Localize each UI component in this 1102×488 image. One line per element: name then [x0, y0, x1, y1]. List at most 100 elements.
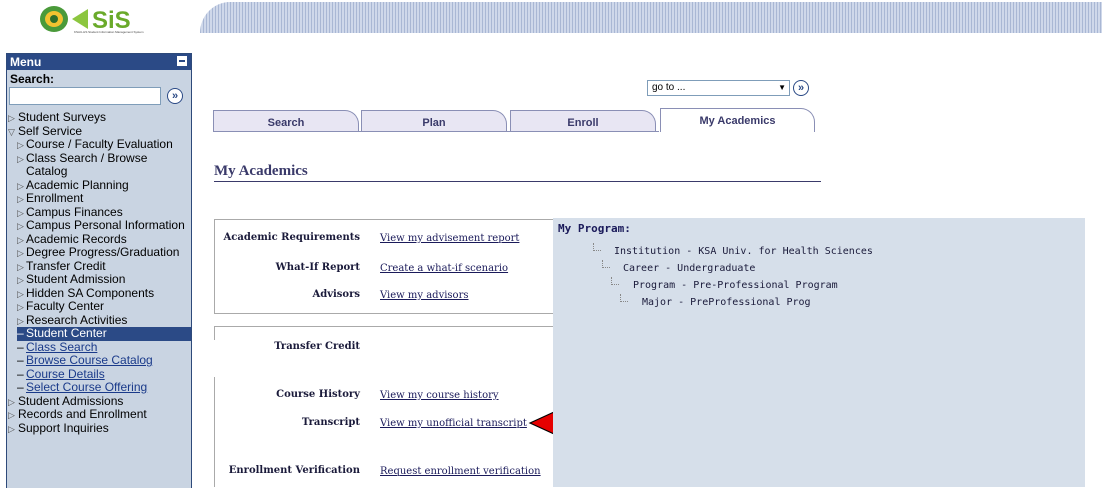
menu-item-transfer-credit[interactable]: ▷ Transfer Credit: [7, 258, 191, 274]
menu-item-label: Self Service: [18, 123, 83, 138]
triangle-right-icon: ▷: [17, 288, 24, 299]
goto-go-icon[interactable]: »: [793, 80, 809, 96]
triangle-right-icon: ▷: [17, 153, 24, 164]
menu-item-label: Class Search: [26, 339, 98, 354]
triangle-right-icon: ▷: [17, 248, 24, 258]
menu-item-academic-planning[interactable]: ▷ Academic Planning: [7, 178, 191, 193]
transfer-credit-box: [214, 326, 571, 340]
goto-select[interactable]: go to ... ▼: [647, 80, 790, 96]
header-banner: [200, 2, 1102, 33]
tree-connector-icon: [611, 277, 619, 285]
tree-connector-icon: [620, 294, 628, 302]
advisors-label: Advisors: [312, 289, 360, 300]
menu-item-self-service[interactable]: ▽ Self Service: [7, 123, 191, 139]
menu-item-support-inquiries[interactable]: ▷ Support Inquiries: [7, 420, 191, 436]
dash-icon: –: [17, 326, 24, 340]
triangle-right-icon: ▷: [17, 140, 24, 150]
transfer-credit-label: Transfer Credit: [274, 341, 360, 352]
menu-item-label: Student Center: [26, 326, 107, 340]
menu-item-label: Class Search / Browse Catalog: [26, 150, 148, 178]
menu-item-course-faculty-evaluation[interactable]: ▷ Course / Faculty Evaluation: [7, 137, 191, 152]
my-program-title: My Program:: [558, 222, 631, 235]
svg-text:KSAU-HS Student Information Ma: KSAU-HS Student Information Management S…: [74, 30, 144, 34]
tab-baseline: [213, 131, 659, 132]
menu-item-student-admission[interactable]: ▷ Student Admission: [7, 272, 191, 287]
academic-requirements-label: Academic Requirements: [223, 232, 360, 243]
what-if-link[interactable]: Create a what-if scenario: [380, 263, 508, 274]
sis-logo: SiS KSAU-HS Student Information Manageme…: [38, 4, 168, 34]
menu-item-campus-personal-information[interactable]: ▷ Campus Personal Information: [7, 218, 191, 233]
advisors-link[interactable]: View my advisors: [380, 290, 469, 301]
menu-item-label: Campus Finances: [26, 204, 123, 219]
triangle-right-icon: ▷: [8, 423, 15, 434]
menu-item-class-search-browse-catalog[interactable]: ▷ Class Search / Browse Catalog: [7, 150, 191, 179]
menu-item-enrollment[interactable]: ▷ Enrollment: [7, 191, 191, 206]
tree-connector-icon: [593, 243, 601, 251]
menu-item-research-activities[interactable]: ▷ Research Activities: [7, 313, 191, 328]
menu-item-records-and-enrollment[interactable]: ▷ Records and Enrollment: [7, 407, 191, 422]
tab-search[interactable]: Search: [213, 110, 359, 131]
minimize-icon[interactable]: [177, 56, 187, 66]
what-if-label: What-If Report: [275, 262, 360, 273]
menu-item-label: Course Details: [26, 366, 105, 381]
menu-item-course-details[interactable]: – Course Details: [7, 366, 191, 382]
menu-item-student-surveys[interactable]: ▷ Student Surveys: [7, 110, 191, 125]
page-title: My Academics: [214, 163, 308, 179]
menu-item-hidden-sa-components[interactable]: ▷ Hidden SA Components: [7, 285, 191, 301]
triangle-right-icon: ▷: [17, 302, 24, 312]
header: SiS KSAU-HS Student Information Manageme…: [0, 0, 1102, 38]
triangle-right-icon: ▷: [17, 207, 24, 218]
search-go-icon[interactable]: »: [167, 88, 183, 104]
program-program: Program - Pre-Professional Program: [633, 280, 838, 291]
unofficial-transcript-link[interactable]: View my unofficial transcript: [380, 418, 527, 429]
triangle-right-icon: ▷: [17, 194, 24, 204]
triangle-right-icon: ▷: [8, 113, 15, 123]
menu-item-campus-finances[interactable]: ▷ Campus Finances: [7, 204, 191, 220]
course-history-link[interactable]: View my course history: [380, 390, 499, 401]
menu-item-label: Hidden SA Components: [26, 285, 155, 300]
menu-item-label: Student Admission: [26, 272, 126, 286]
menu-item-label: Campus Personal Information: [26, 218, 185, 232]
menu-item-student-admissions[interactable]: ▷ Student Admissions: [7, 394, 191, 409]
menu-item-label: Faculty Center: [26, 299, 105, 313]
tab-plan[interactable]: Plan: [361, 110, 507, 131]
my-program-panel: My Program: Institution - KSA Univ. for …: [553, 218, 1085, 487]
triangle-right-icon: ▷: [17, 221, 24, 231]
advisement-report-link[interactable]: View my advisement report: [380, 233, 519, 244]
dash-icon: –: [17, 353, 24, 367]
menu-search-input[interactable]: [9, 87, 161, 105]
dash-icon: –: [17, 366, 24, 381]
program-career: Career - Undergraduate: [623, 263, 756, 274]
menu-item-student-center[interactable]: – Student Center: [17, 326, 191, 341]
menu-item-browse-course-catalog[interactable]: – Browse Course Catalog: [7, 353, 191, 368]
menu-item-label: Browse Course Catalog: [26, 353, 153, 367]
transcript-label: Transcript: [301, 417, 360, 428]
triangle-right-icon: ▷: [17, 234, 24, 245]
menu-item-degree-progress-graduation[interactable]: ▷ Degree Progress/Graduation: [7, 245, 191, 260]
menu-item-label: Academic Records: [26, 231, 127, 246]
menu-item-label: Course / Faculty Evaluation: [26, 137, 173, 151]
menu-item-label: Student Surveys: [18, 110, 107, 124]
menu-item-label: Support Inquiries: [18, 420, 109, 435]
menu-item-label: Records and Enrollment: [18, 407, 147, 421]
menu-item-label: Select Course Offering: [26, 380, 148, 394]
menu-item-academic-records[interactable]: ▷ Academic Records: [7, 231, 191, 247]
enrollment-verification-label: Enrollment Verification: [228, 465, 360, 476]
title-divider: [214, 181, 821, 182]
menu-list: ▷ Student Surveys ▽ Self Service ▷ Course / F…: [7, 110, 191, 436]
menu-item-label: Enrollment: [26, 191, 84, 205]
triangle-right-icon: ▷: [17, 261, 24, 272]
tab-enroll[interactable]: Enroll: [510, 110, 656, 131]
sidebar-menu: Menu Search: » ▷ Student Surveys ▽ Self Ser…: [6, 53, 192, 488]
menu-item-label: Transfer Credit: [26, 258, 106, 273]
dash-icon: –: [17, 380, 24, 394]
triangle-down-icon: ▽: [8, 126, 15, 137]
tab-my-academics[interactable]: My Academics: [660, 108, 815, 132]
menu-item-faculty-center[interactable]: ▷ Faculty Center: [7, 299, 191, 314]
enrollment-verification-link[interactable]: Request enrollment verification: [380, 466, 541, 477]
triangle-right-icon: ▷: [17, 275, 24, 285]
menu-item-select-course-offering[interactable]: – Select Course Offering: [7, 380, 191, 395]
triangle-right-icon: ▷: [17, 180, 24, 191]
menu-item-label: Degree Progress/Graduation: [26, 245, 180, 259]
menu-item-class-search[interactable]: – Class Search: [7, 339, 191, 355]
